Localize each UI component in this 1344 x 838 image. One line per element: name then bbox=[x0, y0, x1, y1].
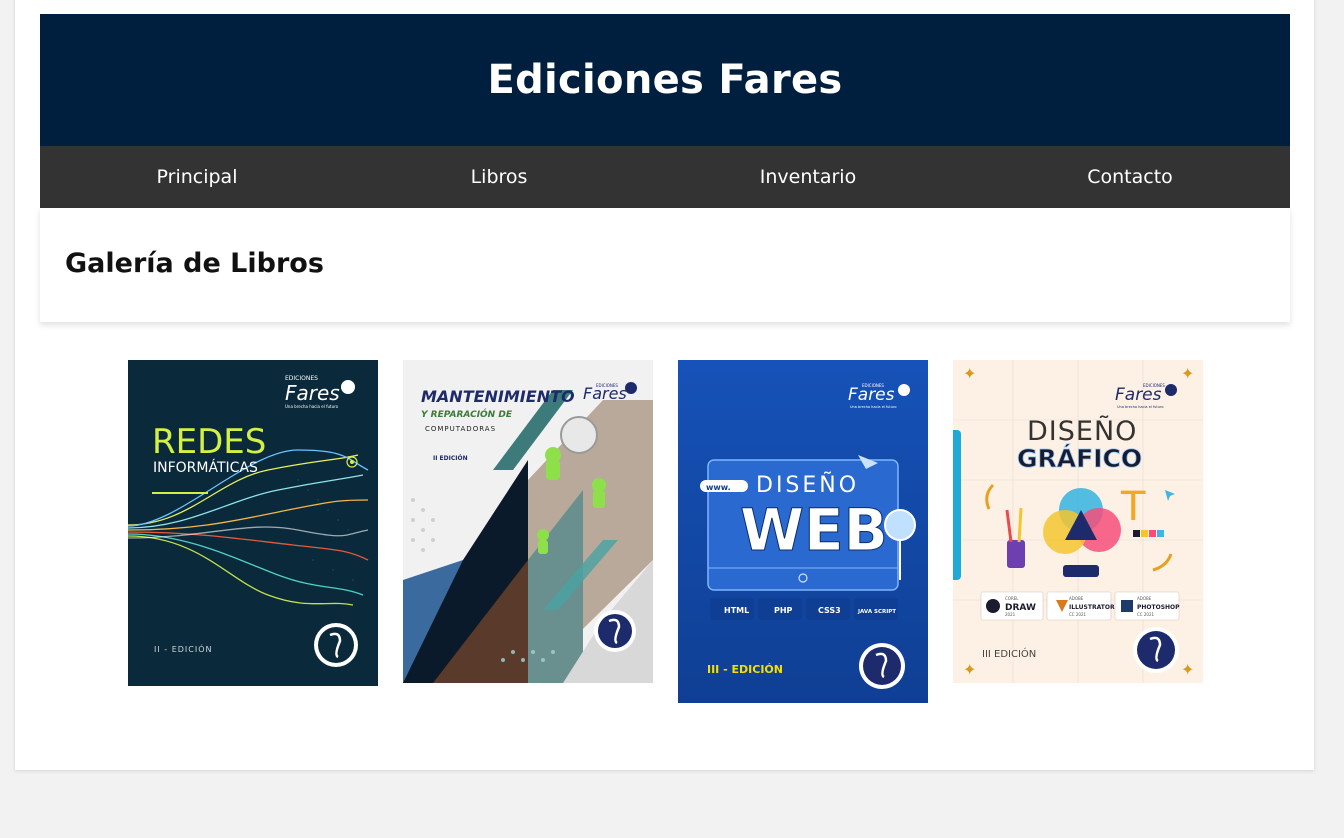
book-cover-diseno-web-art: www. DISEÑO WEB HTML PHP CSS3 JAVA SCRIP… bbox=[678, 360, 928, 703]
book-cover-redes-art: EDICIONES Fares Una brecha hacia el futu… bbox=[128, 360, 378, 686]
software-year: CC 2021 bbox=[1069, 612, 1086, 617]
publisher-logo: Fares bbox=[848, 385, 895, 405]
book-title-line2: WEB bbox=[740, 496, 888, 564]
book-title-line3: COMPUTADORAS bbox=[425, 425, 496, 433]
book-cover-diseno-web[interactable]: www. DISEÑO WEB HTML PHP CSS3 JAVA SCRIP… bbox=[678, 360, 928, 703]
publisher-tagline: Una brecha hacia el futuro bbox=[1117, 405, 1163, 409]
book-title-line1: MANTENIMIENTO bbox=[421, 387, 575, 406]
nav-link-principal[interactable]: Principal bbox=[157, 146, 238, 208]
gallery-heading: Galería de Libros bbox=[65, 248, 324, 279]
book-edition: III EDICIÓN bbox=[982, 647, 1036, 660]
software-year: 2021 bbox=[1005, 612, 1016, 617]
sparkle-icon: ✦ bbox=[963, 660, 976, 679]
site-title: Ediciones Fares bbox=[487, 57, 843, 103]
software-name: PHOTOSHOP bbox=[1137, 604, 1180, 611]
type-tool-icon: T bbox=[1120, 484, 1146, 530]
tag-php: PHP bbox=[774, 606, 793, 615]
software-name: ILLUSTRATOR bbox=[1069, 604, 1115, 611]
site-header: Ediciones Fares bbox=[40, 14, 1290, 146]
nav-link-libros[interactable]: Libros bbox=[471, 146, 528, 208]
book-title-line1: DISEÑO bbox=[756, 471, 859, 498]
publisher-tagline: Una brecha hacia el futuro bbox=[850, 405, 896, 409]
book-edition: III - EDICIÓN bbox=[707, 663, 783, 676]
publisher-logo: Fares bbox=[583, 384, 627, 403]
nav-link-contacto[interactable]: Contacto bbox=[1087, 146, 1173, 208]
book-title-line1: DISEÑO bbox=[1027, 415, 1137, 447]
publisher-logo: Fares bbox=[1115, 385, 1162, 405]
book-cover-diseno-grafico-art: ✦ ✦ ✦ ✦ DISEÑO GRÁFICO T COREL DRAW 2021… bbox=[953, 360, 1203, 683]
tag-javascript: JAVA SCRIPT bbox=[857, 609, 896, 615]
tag-html: HTML bbox=[724, 606, 749, 615]
sparkle-icon: ✦ bbox=[1181, 364, 1194, 383]
software-top: ADOBE bbox=[1069, 596, 1084, 601]
sparkle-icon: ✦ bbox=[963, 364, 976, 383]
book-title-line2: INFORMÁTICAS bbox=[153, 459, 258, 476]
cover-edge-accent bbox=[953, 430, 961, 580]
tag-css3: CSS3 bbox=[818, 606, 841, 615]
book-title-line2: Y REPARACIÓN DE bbox=[421, 408, 513, 420]
nav-link-inventario[interactable]: Inventario bbox=[760, 146, 856, 208]
book-cover-redes[interactable]: EDICIONES Fares Una brecha hacia el futu… bbox=[128, 360, 378, 686]
url-chip: www. bbox=[706, 483, 731, 492]
book-edition: II EDICIÓN bbox=[433, 455, 468, 462]
sparkle-icon: ✦ bbox=[1181, 660, 1194, 679]
book-title-line1: REDES bbox=[152, 422, 266, 462]
publisher-tagline: Una brecha hacia el futuro bbox=[285, 404, 339, 409]
publisher-logo: Fares bbox=[285, 381, 340, 405]
main-nav: Principal Libros Inventario Contacto bbox=[40, 146, 1290, 208]
software-top: COREL bbox=[1005, 596, 1019, 601]
gallery-header-card: Galería de Libros bbox=[40, 208, 1290, 322]
coreldraw-icon bbox=[986, 599, 1000, 613]
software-top: ADOBE bbox=[1137, 596, 1152, 601]
software-year: CC 2021 bbox=[1137, 612, 1154, 617]
book-cover-mantenimiento-art: MANTENIMIENTO Y REPARACIÓN DE COMPUTADOR… bbox=[403, 360, 653, 683]
book-cover-diseno-grafico[interactable]: ✦ ✦ ✦ ✦ DISEÑO GRÁFICO T COREL DRAW 2021… bbox=[953, 360, 1203, 683]
book-cover-mantenimiento[interactable]: MANTENIMIENTO Y REPARACIÓN DE COMPUTADOR… bbox=[403, 360, 653, 683]
photoshop-icon bbox=[1121, 600, 1133, 612]
book-edition: II - EDICIÓN bbox=[154, 643, 213, 654]
book-title-line2: GRÁFICO bbox=[1017, 444, 1142, 473]
globe-icon bbox=[884, 509, 916, 541]
